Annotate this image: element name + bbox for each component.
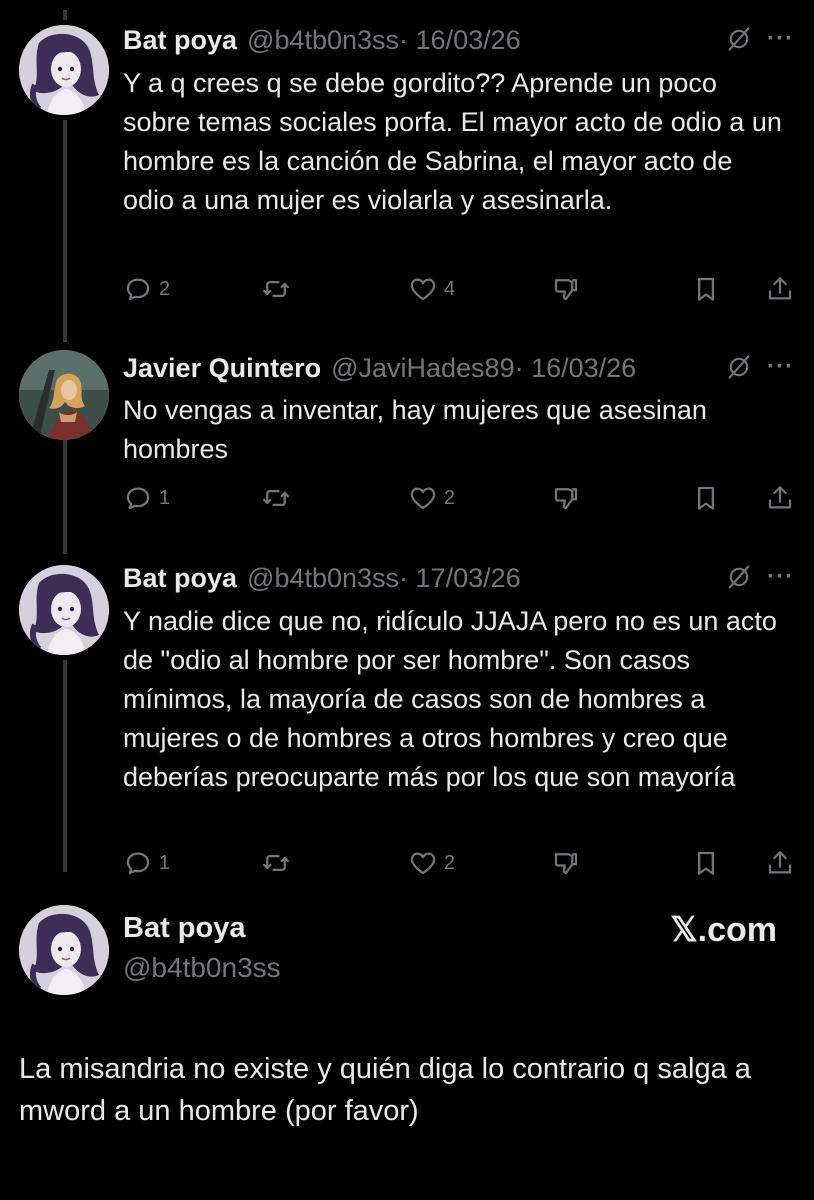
like-count: 2: [444, 486, 456, 509]
tweet-text: Y nadie dice que no, ridículo JJAJA pero…: [123, 606, 777, 792]
like-count: 4: [444, 277, 456, 300]
like-button[interactable]: 2: [408, 848, 455, 878]
share-icon: [765, 848, 795, 878]
main-tweet-text: La misandria no existe y quién diga lo c…: [19, 1053, 751, 1127]
reply-icon: [123, 274, 153, 304]
thread-line: [63, 440, 67, 554]
action-bar: 1 2: [123, 483, 796, 515]
tweet-text: Y a q crees q se debe gordito?? Aprende …: [123, 68, 782, 215]
reply-count: 2: [159, 277, 171, 300]
bookmark-button[interactable]: [691, 483, 721, 513]
action-bar: 2 4: [123, 274, 796, 306]
like-count: 2: [444, 851, 456, 874]
main-author-handle[interactable]: @b4tb0n3ss: [123, 952, 281, 984]
avatar[interactable]: [19, 565, 109, 655]
dislike-button[interactable]: [551, 848, 581, 878]
bookmark-icon: [691, 483, 721, 513]
author-name[interactable]: Javier Quintero: [123, 353, 321, 384]
reply-icon: [123, 483, 153, 513]
reply-button[interactable]: 1: [123, 483, 170, 513]
heart-icon: [408, 483, 438, 513]
author-handle[interactable]: @JaviHades89: [331, 353, 515, 384]
main-author-name[interactable]: Bat poya: [123, 912, 245, 945]
bookmark-button[interactable]: [691, 274, 721, 304]
grok-icon[interactable]: [725, 563, 753, 591]
avatar[interactable]: [19, 350, 109, 440]
retweet-button[interactable]: [261, 274, 291, 304]
reply-count: 1: [159, 486, 171, 509]
tweet-date[interactable]: · 16/03/26: [515, 353, 637, 384]
dislike-icon: [551, 483, 581, 513]
more-icon[interactable]: ···: [767, 355, 794, 379]
author-name[interactable]: Bat poya: [123, 563, 237, 594]
more-icon[interactable]: ···: [767, 27, 794, 51]
more-icon[interactable]: ···: [767, 565, 794, 589]
retweet-icon: [261, 848, 291, 878]
share-button[interactable]: [765, 848, 795, 878]
thread-line: [63, 660, 67, 872]
action-bar: 1 2: [123, 848, 796, 880]
bookmark-icon: [691, 274, 721, 304]
retweet-icon: [261, 274, 291, 304]
share-button[interactable]: [765, 483, 795, 513]
like-button[interactable]: 2: [408, 483, 455, 513]
avatar[interactable]: [19, 25, 109, 115]
grok-icon[interactable]: [725, 353, 753, 381]
thread-tweet[interactable]: Bat poya @b4tb0n3ss · 16/03/26 ··· Y a q…: [0, 0, 814, 330]
dislike-button[interactable]: [551, 274, 581, 304]
reply-button[interactable]: 2: [123, 274, 170, 304]
dislike-icon: [551, 274, 581, 304]
heart-icon: [408, 274, 438, 304]
author-handle[interactable]: @b4tb0n3ss: [247, 563, 399, 594]
dislike-button[interactable]: [551, 483, 581, 513]
reply-count: 1: [159, 851, 171, 874]
retweet-button[interactable]: [261, 848, 291, 878]
dislike-icon: [551, 848, 581, 878]
share-button[interactable]: [765, 274, 795, 304]
bookmark-icon: [691, 848, 721, 878]
tweet-date[interactable]: · 16/03/26: [399, 25, 521, 56]
heart-icon: [408, 848, 438, 878]
tweet-date[interactable]: · 17/03/26: [399, 563, 521, 594]
retweet-button[interactable]: [261, 483, 291, 513]
bookmark-button[interactable]: [691, 848, 721, 878]
tweet-text: No vengas a inventar, hay mujeres que as…: [123, 395, 707, 464]
reply-icon: [123, 848, 153, 878]
main-avatar[interactable]: [19, 905, 109, 995]
like-button[interactable]: 4: [408, 274, 455, 304]
share-icon: [765, 483, 795, 513]
reply-button[interactable]: 1: [123, 848, 170, 878]
x-logo: 𝕏.com: [670, 911, 777, 949]
retweet-icon: [261, 483, 291, 513]
author-name[interactable]: Bat poya: [123, 25, 237, 56]
grok-icon[interactable]: [725, 25, 753, 53]
author-handle[interactable]: @b4tb0n3ss: [247, 25, 399, 56]
share-icon: [765, 274, 795, 304]
